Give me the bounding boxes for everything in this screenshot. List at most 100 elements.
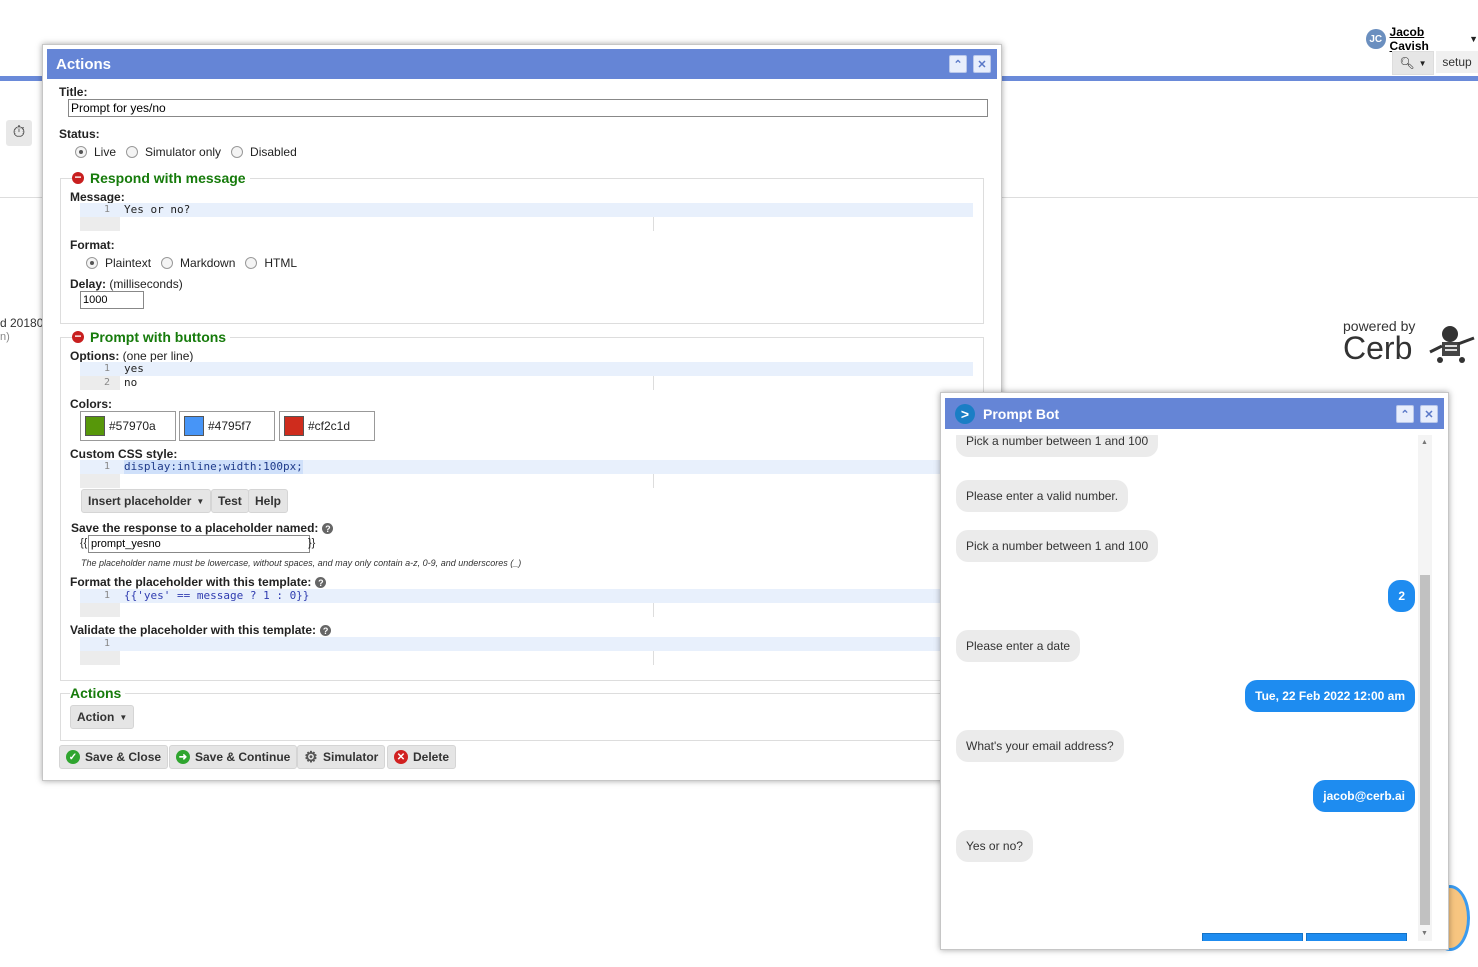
close-icon[interactable]: ✕	[973, 55, 991, 73]
dialog-title: Actions	[56, 55, 112, 73]
editor-divider	[653, 603, 654, 617]
gear-icon: ⚙	[304, 749, 318, 766]
close-icon[interactable]: ✕	[1420, 405, 1438, 423]
save-continue-button[interactable]: ➜ Save & Continue	[169, 745, 298, 769]
message-label: Message:	[70, 190, 125, 204]
radio-button[interactable]	[245, 257, 258, 269]
choice-yes-button[interactable]: yes	[1202, 933, 1303, 941]
chevron-down-icon[interactable]: ▼	[1469, 34, 1478, 44]
respond-fieldset	[60, 178, 984, 324]
search-icon: 🔍︎	[1399, 56, 1415, 70]
placeholder-name-input[interactable]	[88, 535, 310, 553]
caret-down-icon: ▼	[196, 496, 205, 506]
delay-input[interactable]	[80, 291, 144, 309]
line-number: 2	[103, 377, 110, 388]
radio-button[interactable]	[126, 146, 139, 158]
delay-label: Delay: (milliseconds)	[70, 277, 183, 291]
css-style-editor[interactable]: 1 display:inline;width:100px;	[80, 460, 973, 488]
setup-link[interactable]: setup	[1436, 51, 1478, 73]
radio-button[interactable]	[161, 257, 174, 269]
validate-template-label: Validate the placeholder with this templ…	[70, 623, 332, 637]
color-picker-blue[interactable]: #4795f7	[179, 411, 275, 441]
radio-label: Disabled	[250, 145, 297, 159]
stopwatch-icon[interactable]: ⏱	[6, 120, 32, 146]
remove-icon[interactable]: −	[72, 330, 84, 343]
status-label: Status:	[59, 127, 100, 141]
radio-label: Simulator only	[145, 145, 222, 159]
chat-scrollbar[interactable]: ▲ ▼	[1418, 435, 1432, 941]
choice-no-button[interactable]: no	[1306, 933, 1407, 941]
message-editor[interactable]: 1 Yes or no?	[80, 203, 973, 231]
format-radio-group: Plaintext Markdown HTML	[86, 256, 307, 270]
scroll-down-icon[interactable]: ▼	[1421, 930, 1428, 937]
insert-placeholder-button[interactable]: Insert placeholder ▼	[81, 489, 212, 513]
label-text: Format the placeholder with this templat…	[70, 575, 312, 589]
bot-logo-icon: >	[955, 403, 975, 424]
collapse-icon[interactable]: ⌃	[949, 55, 967, 73]
status-simulator-option[interactable]: Simulator only	[126, 145, 221, 159]
editor-line: 1	[80, 637, 973, 651]
format-html-option[interactable]: HTML	[245, 256, 297, 270]
color-swatch[interactable]	[284, 416, 304, 436]
check-icon: ✓	[66, 750, 80, 764]
color-picker-green[interactable]: #57970a	[80, 411, 176, 441]
help-button[interactable]: Help	[248, 489, 289, 513]
label-text: Save the response to a placeholder named…	[71, 521, 319, 535]
bot-message: Pick a number between 1 and 100	[956, 435, 1159, 457]
format-template-editor[interactable]: 1 {{'yes' == message ? 1 : 0}}	[80, 589, 973, 617]
delete-button[interactable]: ✕ Delete	[387, 745, 457, 769]
test-button[interactable]: Test	[211, 489, 249, 513]
editor-divider	[653, 651, 654, 665]
radio-button[interactable]	[75, 146, 87, 158]
code-text: no	[124, 376, 138, 389]
options-label: Options: (one per line)	[70, 349, 193, 363]
actions-dialog: Actions ⌃ ✕ Title: Status: Live Simulato…	[42, 44, 1002, 781]
delay-label-text: Delay:	[70, 277, 107, 291]
radio-label: Plaintext	[105, 256, 152, 270]
user-message: Tue, 22 Feb 2022 12:00 am	[1245, 680, 1415, 712]
help-icon[interactable]: ?	[320, 625, 332, 637]
radio-button[interactable]	[231, 146, 244, 158]
editor-line: 1 display:inline;width:100px;	[80, 460, 973, 474]
user-menu[interactable]: JC Jacob Cavish ▼	[1366, 25, 1478, 53]
search-button[interactable]: 🔍︎ ▼	[1392, 51, 1434, 75]
radio-button[interactable]	[86, 257, 98, 269]
remove-icon[interactable]: −	[72, 171, 84, 184]
code-text: {{'yes' == message ? 1 : 0}}	[124, 589, 310, 602]
status-disabled-option[interactable]: Disabled	[231, 145, 297, 159]
bot-message: Pick a number between 1 and 100	[956, 530, 1159, 562]
user-name-link[interactable]: Jacob Cavish	[1390, 25, 1466, 53]
status-live-option[interactable]: Live	[75, 145, 116, 159]
format-plaintext-option[interactable]: Plaintext	[86, 256, 151, 270]
help-icon[interactable]: ?	[322, 523, 334, 535]
save-placeholder-label: Save the response to a placeholder named…	[71, 521, 334, 535]
arrow-right-icon: ➜	[176, 750, 190, 764]
legend-text: Respond with message	[90, 170, 246, 186]
bot-title: Prompt Bot	[983, 405, 1060, 422]
delay-note: (milliseconds)	[109, 277, 183, 291]
editor-divider	[653, 474, 654, 488]
bot-titlebar[interactable]: > Prompt Bot ⌃ ✕	[945, 398, 1444, 429]
options-editor[interactable]: 1 yes 2 no	[80, 362, 973, 390]
bot-message: Yes or no?	[956, 830, 1033, 862]
colors-label: Colors:	[70, 397, 112, 411]
color-swatch[interactable]	[184, 416, 204, 436]
help-icon[interactable]: ?	[315, 577, 327, 589]
avatar: JC	[1366, 29, 1386, 49]
dialog-titlebar[interactable]: Actions ⌃ ✕	[47, 49, 997, 79]
save-close-button[interactable]: ✓ Save & Close	[59, 745, 169, 769]
validate-template-editor[interactable]: 1	[80, 637, 973, 665]
respond-legend[interactable]: − Respond with message	[72, 170, 250, 186]
scroll-thumb[interactable]	[1420, 575, 1430, 925]
title-input[interactable]	[68, 99, 988, 117]
prompt-legend[interactable]: − Prompt with buttons	[72, 329, 231, 345]
color-picker-red[interactable]: #cf2c1d	[279, 411, 375, 441]
color-swatch[interactable]	[85, 416, 105, 436]
chat-transcript: Pick a number between 1 and 100 Please e…	[945, 435, 1417, 941]
format-label: Format:	[70, 238, 115, 252]
format-markdown-option[interactable]: Markdown	[161, 256, 235, 270]
simulator-button[interactable]: ⚙ Simulator	[297, 745, 386, 769]
collapse-icon[interactable]: ⌃	[1396, 405, 1414, 423]
scroll-up-icon[interactable]: ▲	[1421, 439, 1428, 446]
action-dropdown-button[interactable]: Action ▼	[70, 705, 135, 729]
